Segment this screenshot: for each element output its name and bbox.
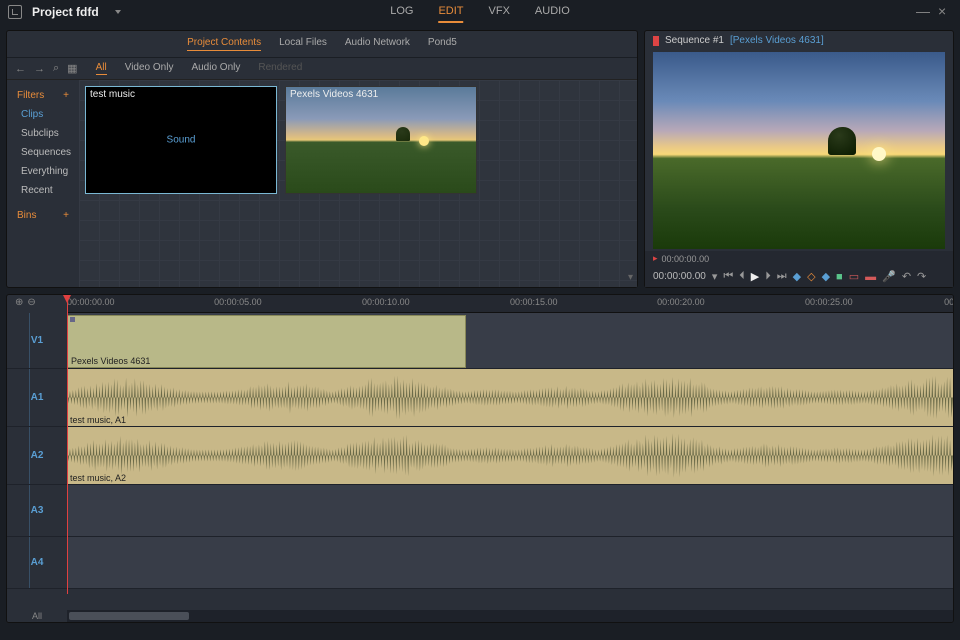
timeline-panel: ⊕ ⊖ 00:00:00.00 00:00:05.00 00:00:10.00 … (6, 294, 954, 623)
video-clip-v1[interactable]: Pexels Videos 4631 (67, 315, 466, 368)
main-tabs: LOG EDIT VFX AUDIO (390, 1, 570, 23)
mark-clip-icon[interactable]: ◇ (807, 270, 815, 283)
mark-out-icon[interactable]: ◆ (822, 270, 830, 283)
filter-audio[interactable]: Audio Only (191, 62, 240, 75)
goto-start-icon[interactable]: ⏮ (723, 270, 733, 283)
replace-icon[interactable]: ▬ (865, 271, 876, 283)
ruler-tc: 00:00:15.00 (510, 297, 558, 307)
track-label-a2[interactable]: A2 (7, 427, 67, 484)
clip-marker-icon (70, 317, 75, 322)
filters-header: Filters (17, 90, 44, 101)
sidebar-everything[interactable]: Everything (7, 162, 79, 181)
mic-icon[interactable]: 🎤 (882, 270, 896, 283)
tab-edit[interactable]: EDIT (438, 1, 463, 23)
close-button[interactable]: × (938, 5, 952, 19)
viewer-tc-small: 00:00:00.00 (662, 254, 710, 264)
audio-clip-label: test music, A1 (70, 415, 126, 425)
clip-test-music[interactable]: test music Sound (85, 86, 277, 194)
minimize-button[interactable]: — (916, 5, 930, 19)
viewer-image[interactable] (653, 52, 945, 249)
nav-fwd-icon[interactable]: → (34, 63, 45, 75)
mark-in-icon[interactable]: ◆ (793, 270, 801, 283)
track-label-a1[interactable]: A1 (7, 369, 67, 426)
sidebar-recent[interactable]: Recent (7, 181, 79, 200)
track-label-a4[interactable]: A4 (7, 537, 67, 588)
nav-back-icon[interactable]: ← (15, 63, 26, 75)
ruler-tc: 00:00:30.00 (944, 297, 954, 307)
viewer-tc-main: 00:00:00.00 (653, 271, 706, 282)
timeline-ruler[interactable]: 00:00:00.00 00:00:05.00 00:00:10.00 00:0… (67, 295, 953, 313)
hscroll-thumb[interactable] (69, 612, 189, 620)
play-icon[interactable]: ▶ (751, 270, 759, 283)
media-tab-project[interactable]: Project Contents (187, 37, 261, 51)
ruler-tc: 00:00:10.00 (362, 297, 410, 307)
tab-vfx[interactable]: VFX (489, 1, 510, 23)
grid-view-icon[interactable]: ▦ (67, 62, 77, 75)
app-menu-icon[interactable] (8, 5, 22, 19)
media-sidebar: Filters + Clips Subclips Sequences Everyt… (7, 80, 79, 287)
search-icon[interactable]: ⌕ (53, 62, 59, 75)
sequence-name[interactable]: Sequence #1 (665, 35, 724, 46)
sequence-clip-name: [Pexels Videos 4631] (730, 35, 824, 46)
ruler-tc: 00:00:00.00 (67, 297, 115, 307)
goto-end-icon[interactable]: ⏭ (777, 270, 787, 283)
clips-grid: test music Sound Pexels Videos 4631 ▾ (79, 80, 637, 287)
ruler-tc: 00:00:20.00 (657, 297, 705, 307)
audio-clip-label: test music, A2 (70, 473, 126, 483)
audio-clip-a2[interactable]: test music, A2 (67, 427, 953, 484)
project-name: Project fdfd (32, 5, 99, 19)
tracks-all-label[interactable]: All (7, 610, 67, 622)
clip-title: test music (90, 89, 135, 100)
tab-log[interactable]: LOG (390, 1, 413, 23)
sidebar-clips[interactable]: Clips (7, 105, 79, 124)
step-back-icon[interactable]: ⏴ (739, 270, 745, 283)
waveform-a1 (67, 369, 953, 426)
viewer-transport: 00:00:00.00 ▾ ⏮ ⏴ ▶ ⏵ ⏭ ◆ ◇ ◆ ■ ▭ ▬ 🎤 ↶ … (645, 266, 953, 287)
media-toolbar: ← → ⌕ ▦ All Video Only Audio Only Render… (7, 58, 637, 80)
track-label-a3[interactable]: A3 (7, 485, 67, 536)
filter-rendered[interactable]: Rendered (258, 62, 302, 75)
media-tab-local[interactable]: Local Files (279, 37, 327, 51)
tab-audio[interactable]: AUDIO (535, 1, 570, 23)
sidebar-sequences[interactable]: Sequences (7, 143, 79, 162)
ruler-tc: 00:00:05.00 (214, 297, 262, 307)
tc-dropdown-icon[interactable]: ▾ (712, 270, 718, 283)
project-dropdown-caret[interactable] (115, 10, 121, 14)
filter-all[interactable]: All (96, 62, 107, 75)
viewer-panel: Sequence #1 [Pexels Videos 4631] ▸ 00:00… (644, 30, 954, 288)
waveform-a2 (67, 427, 953, 484)
overwrite-icon[interactable]: ▭ (849, 270, 859, 283)
media-panel: Project Contents Local Files Audio Netwo… (6, 30, 638, 288)
undo-icon[interactable]: ↶ (902, 270, 911, 283)
media-source-tabs: Project Contents Local Files Audio Netwo… (7, 31, 637, 58)
insert-icon[interactable]: ■ (836, 271, 843, 283)
clip-sound-label: Sound (167, 135, 196, 146)
ruler-tc: 00:00:25.00 (805, 297, 853, 307)
playhead[interactable] (67, 295, 68, 594)
sidebar-subclips[interactable]: Subclips (7, 124, 79, 143)
redo-icon[interactable]: ↷ (917, 270, 926, 283)
titlebar: Project fdfd LOG EDIT VFX AUDIO — × (0, 0, 960, 24)
track-label-v1[interactable]: V1 (7, 313, 67, 368)
zoom-in-icon[interactable]: ⊕ (15, 297, 23, 308)
scroll-down-icon[interactable]: ▾ (628, 272, 633, 283)
media-tab-audionet[interactable]: Audio Network (345, 37, 410, 51)
in-point-icon[interactable]: ▸ (653, 253, 658, 264)
media-tab-pond5[interactable]: Pond5 (428, 37, 457, 51)
add-bin-icon[interactable]: + (63, 210, 69, 221)
filter-video[interactable]: Video Only (125, 62, 174, 75)
step-fwd-icon[interactable]: ⏵ (765, 270, 771, 283)
clip-title: Pexels Videos 4631 (290, 89, 378, 100)
audio-clip-a1[interactable]: test music, A1 (67, 369, 953, 426)
sequence-marker-icon (653, 36, 659, 46)
zoom-out-icon[interactable]: ⊖ (27, 297, 35, 308)
clip-pexels-4631[interactable]: Pexels Videos 4631 (285, 86, 477, 194)
bins-header: Bins (17, 210, 36, 221)
video-clip-label: Pexels Videos 4631 (71, 356, 150, 366)
add-filter-icon[interactable]: + (63, 90, 69, 101)
timeline-hscroll[interactable] (67, 610, 953, 622)
